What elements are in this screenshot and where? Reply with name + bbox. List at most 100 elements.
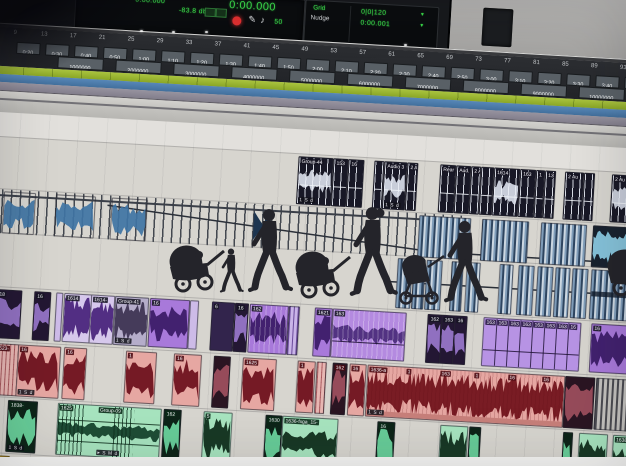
audio-clip[interactable] — [286, 306, 300, 356]
photo-border — [0, 457, 626, 466]
audio-clip[interactable]: 162 — [330, 363, 348, 416]
bar-tick: 81 — [529, 58, 544, 66]
note-icon[interactable]: ♪ — [260, 15, 265, 25]
audio-clip[interactable] — [187, 300, 199, 349]
grid-button[interactable]: Grid — [313, 4, 325, 12]
audio-clip[interactable]: 16 — [347, 363, 367, 416]
audio-clip[interactable] — [539, 222, 587, 267]
audio-clip[interactable]: 2 Au — [609, 174, 626, 224]
audio-clip[interactable]: 161 S d — [15, 344, 61, 398]
clip-name: 16 — [351, 366, 359, 372]
audio-clip[interactable]: 1625 — [240, 357, 277, 411]
bar-tick: 45 — [268, 43, 283, 51]
clip-name: 163 — [443, 317, 454, 323]
clip-name: 1621 — [317, 310, 331, 316]
audio-clip[interactable] — [593, 378, 626, 432]
audio-clip[interactable]: 6 — [209, 301, 235, 351]
audio-clip[interactable]: 1614 — [492, 167, 521, 216]
bar-tick: 49 — [297, 45, 312, 53]
audio-clip[interactable]: 13 — [542, 170, 556, 219]
clip-name: 16 — [379, 423, 387, 429]
silhouette-pram-at-edge — [598, 244, 626, 298]
clip-name: 16 — [456, 318, 464, 324]
pencil-icon[interactable]: ✎ — [248, 14, 256, 25]
minsec-tick: 1:30 — [219, 53, 244, 66]
clip-name: Group-44 — [300, 158, 324, 165]
minsec-tick: 2:10 — [335, 60, 360, 73]
clip-name: 1838- — [10, 402, 25, 408]
audio-clip[interactable]: 1 — [123, 351, 157, 405]
clip-name: 163 — [440, 371, 451, 377]
nudge-value-caret[interactable]: ▾ — [420, 22, 424, 28]
clip-name: 2 Au — [409, 165, 418, 171]
clip-mini-buttons[interactable]: 1 S d — [7, 445, 24, 451]
grid-value-dropdown[interactable]: 0|0|120 — [361, 8, 387, 17]
clip-name: Audio 3 — [386, 163, 406, 170]
audio-clip[interactable] — [535, 266, 554, 317]
clip-name: 1625 — [60, 405, 74, 411]
audio-clip[interactable]: 163 — [330, 308, 407, 361]
grid-value-caret[interactable]: ▾ — [421, 11, 425, 17]
clip-name: 1630 — [267, 417, 281, 423]
audio-clip[interactable]: Group-411 S d — [112, 296, 149, 347]
audio-clip[interactable] — [562, 376, 595, 430]
clip-name: Rear — [442, 166, 456, 172]
minsec-tick: 2:30 — [392, 63, 417, 76]
clip-name: 6 — [214, 304, 220, 310]
audio-clip[interactable] — [110, 198, 148, 242]
clip-name: 162 — [252, 306, 263, 312]
audio-clip[interactable]: 16 — [566, 323, 582, 371]
audio-clip[interactable]: 1625Group-09▸ S M d — [55, 403, 162, 461]
audio-clip[interactable]: 162 — [247, 304, 289, 355]
clip-name: 16 — [593, 325, 601, 331]
bar-tick: 89 — [587, 62, 602, 70]
clip-name: 162 — [429, 316, 440, 322]
audio-clip[interactable]: 2 Au — [405, 162, 419, 211]
clip-name: 1 — [538, 172, 544, 178]
audio-clip[interactable]: 16 — [171, 353, 202, 407]
audio-clip[interactable]: 1 — [295, 360, 316, 413]
clip-name: 1 — [406, 369, 412, 375]
audio-clip[interactable] — [553, 267, 571, 318]
audio-clip[interactable]: 16 — [61, 347, 87, 400]
audio-clip[interactable]: 16 — [346, 159, 365, 208]
audio-clip[interactable]: 1614 — [62, 293, 93, 344]
clip-name: 1 — [474, 373, 480, 379]
clip-mini-buttons[interactable]: 1 S d — [17, 389, 34, 395]
toolbar-slot — [481, 8, 513, 48]
clip-name: 1 — [128, 353, 134, 359]
clip-name: 1 — [299, 363, 305, 369]
audio-clip[interactable] — [211, 356, 231, 409]
minsec-tick: 3:10 — [508, 70, 533, 83]
audio-clip[interactable]: 16316316316316316316316 — [481, 317, 582, 372]
clip-mini-buttons[interactable]: 1 S d — [115, 338, 132, 344]
audio-clip[interactable] — [314, 362, 327, 414]
audio-clip[interactable]: 16 — [232, 303, 249, 353]
audio-clip[interactable]: 16 — [452, 315, 468, 365]
bar-tick: 17 — [66, 32, 81, 40]
bar-tick: 69 — [442, 53, 457, 61]
audio-clip[interactable]: 1614- — [89, 294, 116, 344]
bar-tick: 21 — [94, 33, 109, 41]
nudge-value-dropdown[interactable]: 0:00.001 — [360, 19, 390, 28]
clip-name: 13 — [547, 173, 555, 179]
audio-clip[interactable] — [2, 191, 36, 235]
audio-clip[interactable]: 16 — [32, 291, 52, 341]
audio-clip[interactable]: 18 — [0, 289, 22, 339]
audio-clip[interactable] — [581, 173, 595, 222]
clip-name: Aud. — [458, 167, 471, 173]
audio-clip[interactable]: 16 — [589, 323, 626, 375]
silhouette-adult-child-and-pram — [164, 206, 296, 294]
audio-clip[interactable]: 1838- 1 S d — [5, 400, 38, 454]
audio-clip[interactable]: Group-441 S d — [296, 156, 334, 206]
audio-clip[interactable]: 162 — [161, 409, 182, 462]
audio-clip[interactable] — [570, 268, 589, 319]
minsec-tick: 0:20 — [16, 42, 41, 55]
bar-tick: 85 — [558, 60, 573, 68]
audio-clip[interactable] — [54, 194, 96, 238]
bar-tick: 13 — [37, 30, 52, 38]
audio-clip[interactable] — [497, 264, 514, 315]
audio-clip[interactable] — [516, 265, 535, 316]
audio-clip[interactable]: 16 — [147, 298, 190, 349]
clip-mini-buttons[interactable]: 1 S d — [367, 409, 384, 415]
